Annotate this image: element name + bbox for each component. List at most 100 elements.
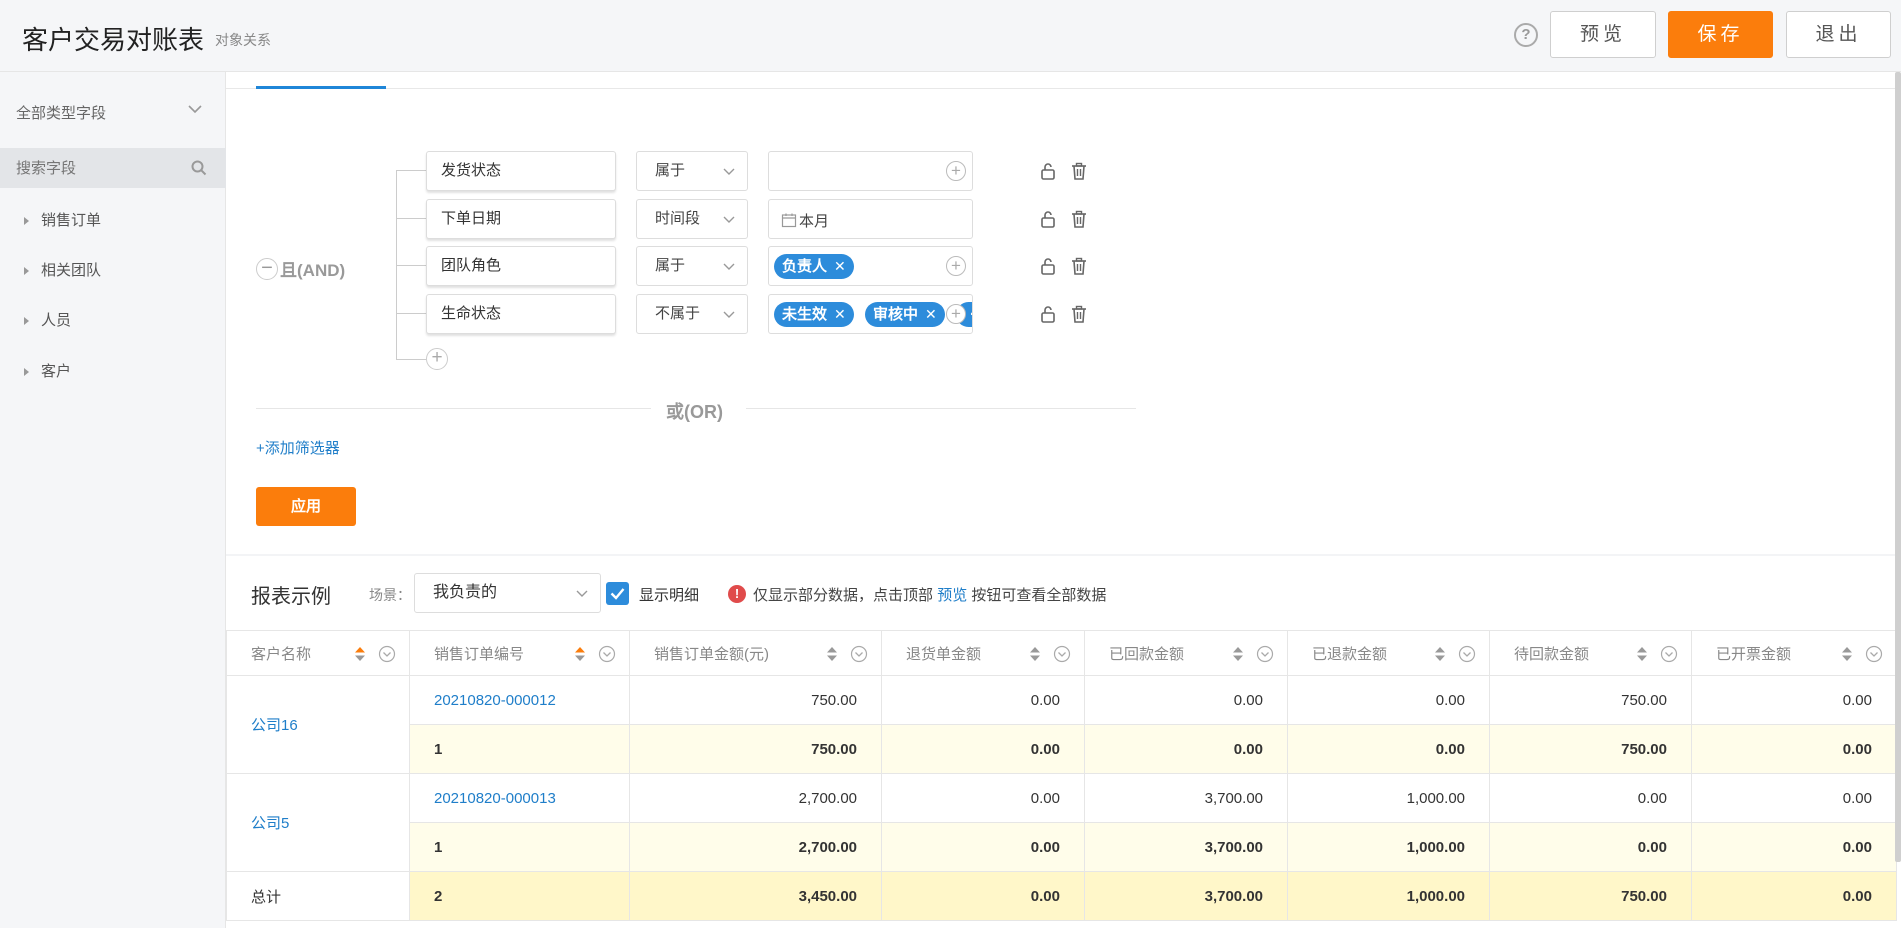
column-header[interactable]: 销售订单编号 <box>409 630 630 676</box>
scene-select[interactable]: 我负责的 <box>414 573 601 613</box>
show-detail-checkbox[interactable] <box>606 582 629 605</box>
lock-icon[interactable] <box>1038 304 1058 324</box>
lock-icon[interactable] <box>1038 209 1058 229</box>
operator-label: 不属于 <box>655 305 701 322</box>
sidebar-item-customer[interactable]: 客户 <box>24 360 71 381</box>
exit-button[interactable]: 退出 <box>1786 11 1891 58</box>
or-divider <box>746 408 1136 409</box>
help-icon[interactable]: ? <box>1514 23 1538 47</box>
warning-icon: ! <box>728 585 746 603</box>
total-count: 2 <box>409 871 630 921</box>
search-input[interactable] <box>16 158 186 178</box>
remove-tag-icon[interactable]: ✕ <box>834 258 846 274</box>
collapse-group-icon[interactable]: − <box>256 258 278 280</box>
column-filter-icon[interactable] <box>850 645 868 663</box>
condition-operator-select[interactable]: 不属于 <box>636 294 748 334</box>
sort-icon[interactable] <box>1637 647 1647 661</box>
sidebar-item-team[interactable]: 相关团队 <box>24 259 101 280</box>
add-condition-icon[interactable]: + <box>426 348 448 370</box>
order-number-link[interactable]: 20210820-000012 <box>409 675 630 725</box>
sidebar-item-label: 销售订单 <box>41 212 102 229</box>
remove-tag-icon[interactable]: ✕ <box>925 306 937 322</box>
add-filter-link[interactable]: +添加筛选器 <box>256 437 340 458</box>
condition-field[interactable]: 发货状态 <box>426 151 616 191</box>
condition-operator-select[interactable]: 时间段 <box>636 199 748 239</box>
customer-link[interactable]: 公司16 <box>226 675 410 774</box>
tag-label: 未生效 <box>782 306 828 323</box>
column-filter-icon[interactable] <box>1865 645 1883 663</box>
sort-icon[interactable] <box>575 647 585 661</box>
top-header: 客户交易对账表 对象关系 ? 预览 保存 退出 <box>0 0 1901 72</box>
caret-right-icon <box>24 368 29 377</box>
trash-icon[interactable] <box>1069 161 1089 181</box>
lock-icon[interactable] <box>1038 256 1058 276</box>
sidebar-item-sales-order[interactable]: 销售订单 <box>24 209 101 230</box>
table-cell: 0.00 <box>1691 773 1897 823</box>
condition-value-input[interactable]: 负责人 ✕ + <box>768 246 973 286</box>
customer-link[interactable]: 公司5 <box>226 773 410 872</box>
condition-value-input[interactable]: 未生效 ✕ 审核中 ✕ ··· + <box>768 294 973 334</box>
sort-icon[interactable] <box>827 647 837 661</box>
value-tag[interactable]: 负责人 ✕ <box>774 254 854 279</box>
table-cell: 2,700.00 <box>629 822 882 872</box>
column-header[interactable]: 已开票金额 <box>1691 630 1897 676</box>
table-cell: 0.00 <box>1287 724 1490 774</box>
column-header[interactable]: 已回款金额 <box>1084 630 1288 676</box>
column-header[interactable]: 待回款金额 <box>1489 630 1692 676</box>
value-tag[interactable]: 审核中 ✕ <box>865 302 945 327</box>
sidebar-item-person[interactable]: 人员 <box>24 309 71 330</box>
sort-icon[interactable] <box>1435 647 1445 661</box>
column-header[interactable]: 客户名称 <box>226 630 410 676</box>
chevron-down-icon[interactable] <box>186 100 204 118</box>
preview-button[interactable]: 预览 <box>1550 11 1656 58</box>
tab-active-indicator[interactable] <box>256 86 386 89</box>
chevron-down-icon <box>723 311 735 318</box>
table-cell: 750.00 <box>629 675 882 725</box>
column-filter-icon[interactable] <box>378 645 396 663</box>
condition-operator-select[interactable]: 属于 <box>636 151 748 191</box>
field-sidebar: 全部类型字段 销售订单 相关团队 人员 客户 <box>0 72 226 928</box>
trash-icon[interactable] <box>1069 304 1089 324</box>
add-value-icon[interactable]: + <box>946 304 966 324</box>
column-filter-icon[interactable] <box>1660 645 1678 663</box>
sort-icon[interactable] <box>1233 647 1243 661</box>
column-header[interactable]: 销售订单金额(元) <box>629 630 882 676</box>
lock-icon[interactable] <box>1038 161 1058 181</box>
column-header[interactable]: 退货单金额 <box>881 630 1085 676</box>
condition-field[interactable]: 生命状态 <box>426 294 616 334</box>
table-cell: 1,000.00 <box>1287 773 1490 823</box>
date-range-input[interactable]: 本月 <box>768 199 973 239</box>
table-cell: 3,450.00 <box>629 871 882 921</box>
column-filter-icon[interactable] <box>1053 645 1071 663</box>
field-type-select[interactable]: 全部类型字段 <box>16 102 106 123</box>
condition-value-input[interactable]: + <box>768 151 973 191</box>
chevron-down-icon <box>723 168 735 175</box>
add-value-icon[interactable]: + <box>946 256 966 276</box>
scene-label: 场景： <box>369 587 411 603</box>
column-header[interactable]: 已退款金额 <box>1287 630 1490 676</box>
condition-operator-select[interactable]: 属于 <box>636 246 748 286</box>
search-icon[interactable] <box>190 159 208 177</box>
checkmark-icon <box>610 588 625 600</box>
notice-preview-link[interactable]: 预览 <box>937 587 967 604</box>
column-filter-icon[interactable] <box>598 645 616 663</box>
apply-button[interactable]: 应用 <box>256 487 356 526</box>
add-value-icon[interactable]: + <box>946 161 966 181</box>
table-cell: 0.00 <box>881 871 1085 921</box>
vertical-scrollbar[interactable] <box>1895 72 1901 862</box>
trash-icon[interactable] <box>1069 209 1089 229</box>
condition-field[interactable]: 下单日期 <box>426 199 616 239</box>
column-filter-icon[interactable] <box>1256 645 1274 663</box>
value-tag[interactable]: 未生效 ✕ <box>774 302 854 327</box>
order-number-link[interactable]: 20210820-000013 <box>409 773 630 823</box>
column-filter-icon[interactable] <box>1458 645 1476 663</box>
trash-icon[interactable] <box>1069 256 1089 276</box>
logic-or-label: 或(OR) <box>666 402 723 422</box>
remove-tag-icon[interactable]: ✕ <box>834 306 846 322</box>
save-button[interactable]: 保存 <box>1668 11 1773 58</box>
condition-field[interactable]: 团队角色 <box>426 246 616 286</box>
sort-icon[interactable] <box>1842 647 1852 661</box>
sort-icon[interactable] <box>1030 647 1040 661</box>
sort-icon[interactable] <box>355 647 365 661</box>
subtotal-count: 1 <box>409 724 630 774</box>
